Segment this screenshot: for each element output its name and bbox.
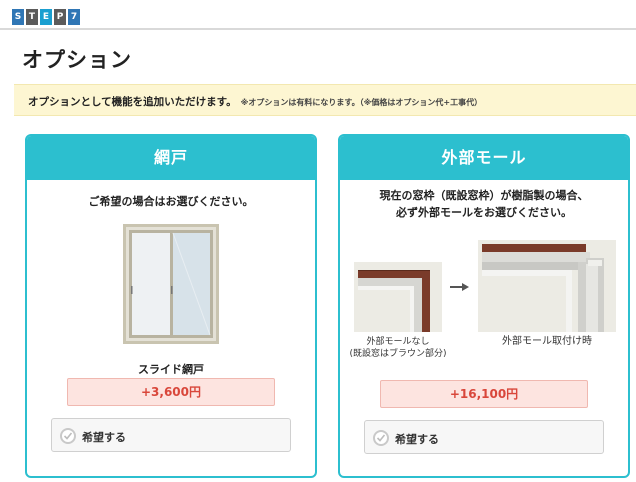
card-title: 外部モール: [340, 136, 628, 180]
molding-before-image: [354, 262, 442, 332]
option-card-screen: 網戸 ご希望の場合はお選びください。 スライド網戸 +3,600円 希望する: [25, 134, 317, 478]
price-box: +3,600円: [67, 378, 275, 406]
notice-sub-text: ※オプションは有料になります。（※価格はオプション代+工事代）: [240, 98, 483, 107]
arrow-right-icon: [450, 283, 469, 291]
card-description: ご希望の場合はお選びください。: [88, 195, 254, 208]
price-box: +16,100円: [380, 380, 588, 408]
step-letter: 7: [68, 9, 80, 25]
wish-checkbox[interactable]: 希望する: [51, 418, 291, 452]
check-icon: [60, 428, 76, 444]
card-description-line2: 必ず外部モールをお選びください。: [396, 206, 572, 219]
notice-text: オプションとして機能を追加いただけます。 ※オプションは有料になります。（※価格は…: [28, 94, 482, 109]
molding-after-image: [478, 240, 616, 332]
wish-checkbox[interactable]: 希望する: [364, 420, 604, 454]
step-letter: S: [12, 9, 24, 25]
step-letter: P: [54, 9, 66, 25]
product-name: スライド網戸: [138, 363, 204, 376]
checkbox-label: 希望する: [82, 431, 126, 444]
before-caption-line2: (既設窓はブラウン部分): [349, 349, 447, 359]
step-badge: S T E P 7: [12, 9, 80, 25]
card-title: 網戸: [27, 136, 315, 180]
page-title: オプション: [22, 48, 132, 72]
option-card-molding: 外部モール 現在の窓枠（既設窓枠）が樹脂製の場合、 必ず外部モールをお選びくださ…: [338, 134, 630, 478]
before-caption-line1: 外部モールなし: [366, 337, 430, 347]
checkbox-label: 希望する: [395, 433, 439, 446]
check-icon: [373, 430, 389, 446]
sliding-screen-image: [123, 224, 219, 344]
after-caption: 外部モール取付け時: [502, 336, 592, 347]
notice-main-text: オプションとして機能を追加いただけます。: [28, 96, 237, 108]
notice-banner: オプションとして機能を追加いただけます。 ※オプションは有料になります。（※価格は…: [14, 84, 636, 116]
step-letter: T: [26, 9, 38, 25]
card-description-line1: 現在の窓枠（既設窓枠）が樹脂製の場合、: [379, 189, 589, 202]
step-header: S T E P 7: [0, 0, 636, 30]
step-letter: E: [40, 9, 52, 25]
